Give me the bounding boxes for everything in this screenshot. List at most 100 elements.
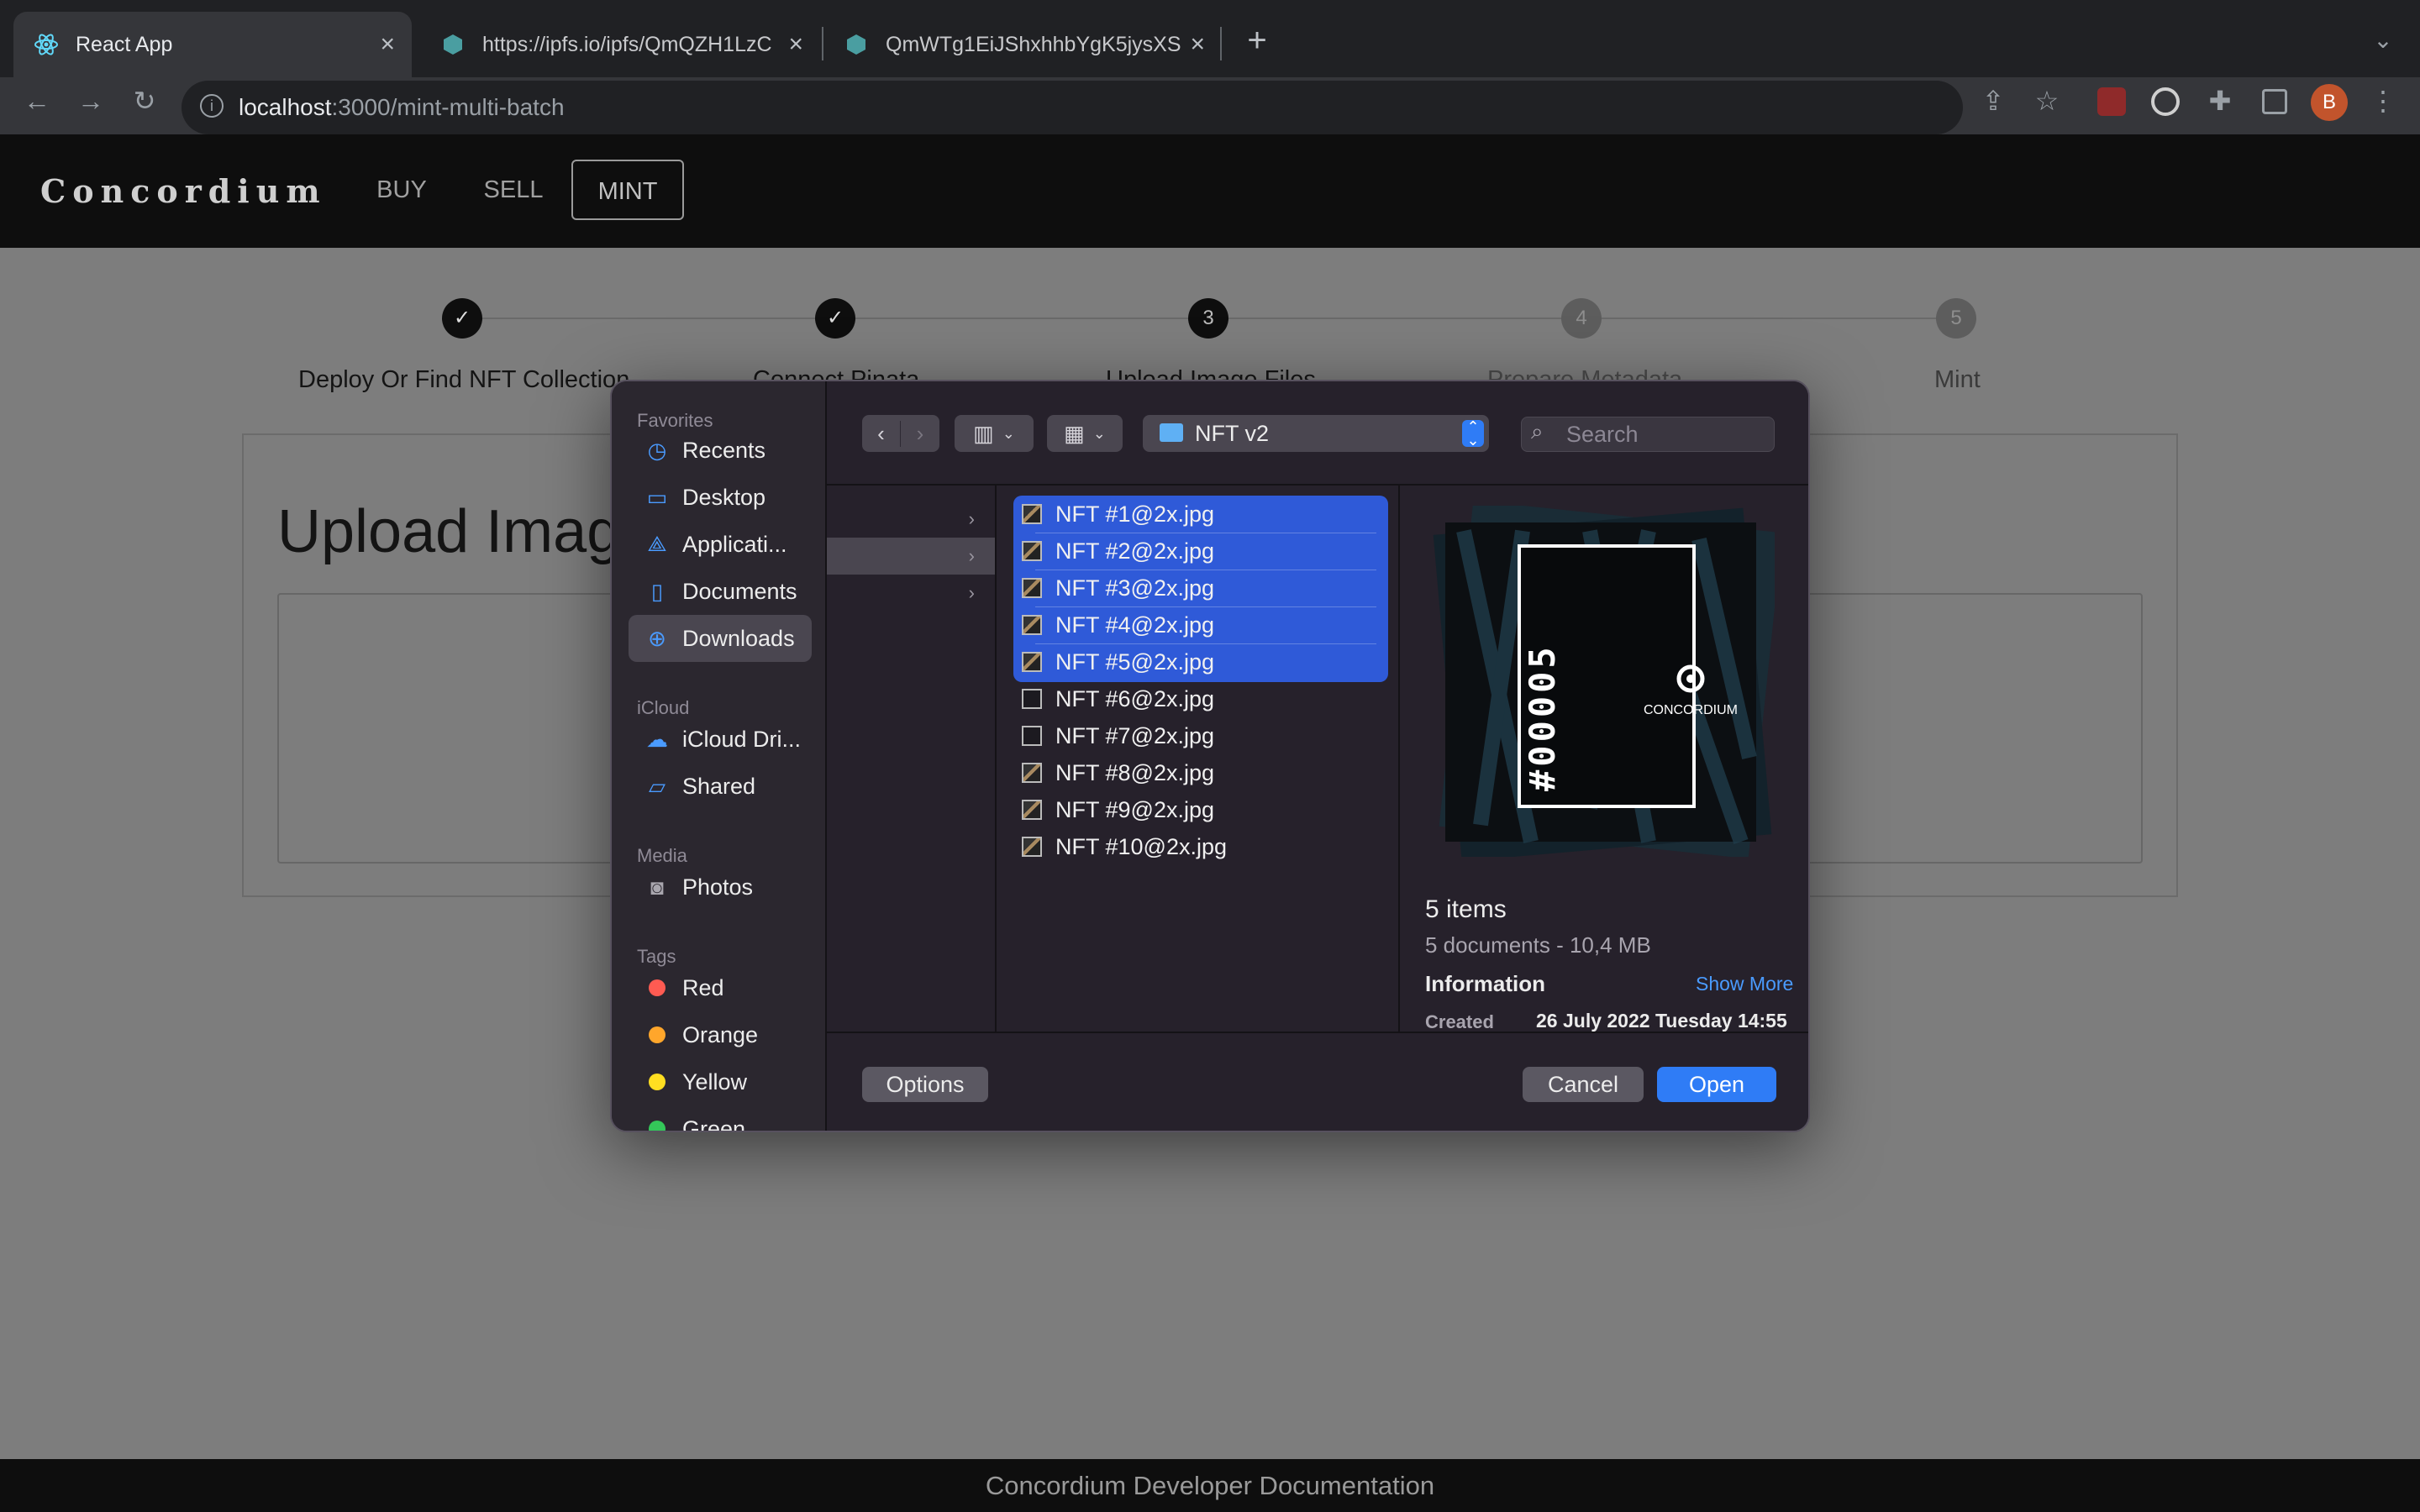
step-4-number: 4 <box>1561 298 1602 339</box>
url-text: localhost:3000/mint-multi-batch <box>239 94 565 120</box>
search-placeholder: Search <box>1566 422 1639 447</box>
browser-tab-ipfs[interactable]: https://ipfs.io/ipfs/QmQZH1LzC × <box>420 12 820 77</box>
open-button[interactable]: Open <box>1657 1067 1776 1102</box>
tag-dot-icon <box>649 1121 666 1131</box>
file-row[interactable]: NFT #2@2x.jpg <box>1022 533 1383 570</box>
download-icon: ⊕ <box>648 625 666 651</box>
sidebar-item-label: iCloud Dri... <box>682 726 802 752</box>
image-thumbnail-icon <box>1022 763 1042 783</box>
profile-avatar[interactable]: B <box>2311 84 2348 121</box>
sidebar-item-applications[interactable]: ⟁ Applicati... <box>629 521 812 568</box>
sidebar-item-documents[interactable]: ▯ Documents <box>629 568 812 615</box>
sidebar-item-shared[interactable]: ▱ Shared <box>629 763 812 810</box>
file-row[interactable]: NFT #5@2x.jpg <box>1022 643 1383 680</box>
share-icon[interactable]: ⇪ <box>1975 84 2012 118</box>
file-open-dialog: Favorites ◷ Recents ▭ Desktop ⟁ Applicat… <box>610 380 1810 1132</box>
desktop-icon: ▭ <box>646 484 668 510</box>
file-row[interactable]: NFT #9@2x.jpg <box>1022 791 1383 828</box>
sidebar-item-downloads[interactable]: ⊕ Downloads <box>629 615 812 662</box>
ipfs-cube-icon <box>440 32 466 57</box>
image-thumbnail-icon <box>1022 504 1042 524</box>
file-row[interactable]: NFT #7@2x.jpg <box>1022 717 1383 754</box>
close-tab-icon[interactable]: × <box>788 30 803 59</box>
nav-mint[interactable]: MINT <box>571 160 684 220</box>
back-arrow-icon[interactable]: ← <box>18 84 55 118</box>
sidebar-item-icloud-drive[interactable]: ☁ iCloud Dri... <box>629 716 812 763</box>
browser-tab-react-app[interactable]: React App × <box>13 12 412 77</box>
concordium-extension-icon[interactable] <box>2151 87 2180 116</box>
folder-row[interactable]: › <box>827 575 995 612</box>
nav-sell[interactable]: SELL <box>471 160 556 220</box>
forward-chevron-icon[interactable]: › <box>901 421 939 447</box>
sidebar-tag-yellow[interactable]: Yellow <box>629 1058 812 1105</box>
folder-icon <box>1160 423 1183 442</box>
file-name: NFT #4@2x.jpg <box>1055 612 1214 638</box>
file-row[interactable]: NFT #4@2x.jpg <box>1022 606 1383 643</box>
file-row[interactable]: NFT #10@2x.jpg <box>1022 828 1383 865</box>
sidebar-item-recents[interactable]: ◷ Recents <box>629 427 812 474</box>
camera-icon: ◙ <box>650 874 664 900</box>
brand-logo[interactable]: Concordium <box>40 172 327 210</box>
back-forward-control: ‹ › <box>862 415 939 452</box>
sidebar-item-label: Red <box>682 974 724 1000</box>
chevron-down-icon: ⌄ <box>1092 424 1106 442</box>
back-chevron-icon[interactable]: ‹ <box>862 420 901 447</box>
info-icon[interactable]: i <box>200 94 224 118</box>
folder-row[interactable]: › <box>827 501 995 538</box>
file-row[interactable]: NFT #6@2x.jpg <box>1022 680 1383 717</box>
stepper-connector <box>482 318 818 319</box>
close-tab-icon[interactable]: × <box>1190 30 1205 59</box>
image-thumbnail-icon <box>1022 800 1042 820</box>
menu-kebab-icon[interactable]: ⋮ <box>2365 84 2402 118</box>
close-tab-icon[interactable]: × <box>380 30 395 59</box>
sidebar-tag-orange[interactable]: Orange <box>629 1011 812 1058</box>
shared-folder-icon: ▱ <box>649 773 666 799</box>
chevron-down-icon[interactable]: ⌄ <box>2365 24 2402 57</box>
popup-updown-icon: ⌃ ⌄ <box>1462 419 1484 448</box>
group-by-button[interactable]: ▦ ⌄ <box>1047 415 1123 452</box>
preview-summary: 5 documents - 10,4 MB <box>1425 932 1651 958</box>
folder-row-selected[interactable]: › <box>827 538 995 575</box>
image-thumbnail-icon <box>1022 541 1042 561</box>
cancel-button[interactable]: Cancel <box>1523 1067 1644 1102</box>
file-name: NFT #3@2x.jpg <box>1055 575 1214 601</box>
preview-info-header: Information <box>1425 971 1545 996</box>
stepper-connector <box>1602 318 1938 319</box>
step-5-number: 5 <box>1936 298 1976 339</box>
image-thumbnail-icon <box>1022 578 1042 598</box>
react-icon <box>34 32 59 57</box>
nft-number-text: #00005 <box>1522 643 1563 791</box>
forward-arrow-icon[interactable]: → <box>72 84 109 118</box>
browser-tab-ipfs-2[interactable]: QmWTg1EiJShxhhbYgK5jysXSY × <box>823 12 1222 77</box>
nav-buy[interactable]: BUY <box>361 160 442 220</box>
options-button[interactable]: Options <box>862 1067 988 1102</box>
file-row[interactable]: NFT #8@2x.jpg <box>1022 754 1383 791</box>
image-thumbnail-icon <box>1022 652 1042 672</box>
star-icon[interactable]: ☆ <box>2028 84 2065 118</box>
new-tab-icon[interactable]: + <box>1239 24 1276 57</box>
sidebar-tag-red[interactable]: Red <box>629 964 812 1011</box>
file-row[interactable]: NFT #1@2x.jpg <box>1022 496 1383 533</box>
reload-icon[interactable]: ↻ <box>126 84 163 118</box>
columns-view-icon: ▥ <box>973 420 994 446</box>
sidebar-tag-green[interactable]: Green <box>629 1105 812 1132</box>
preview-count: 5 items <box>1425 895 1507 923</box>
footer-docs-link[interactable]: Concordium Developer Documentation <box>0 1459 2420 1512</box>
puzzle-extensions-icon[interactable]: ✚ <box>2202 84 2238 118</box>
view-columns-button[interactable]: ▥ ⌄ <box>955 415 1034 452</box>
tag-dot-icon <box>649 1026 666 1043</box>
file-name: NFT #6@2x.jpg <box>1055 685 1214 711</box>
stepper-connector <box>1228 318 1565 319</box>
file-row[interactable]: NFT #3@2x.jpg <box>1022 570 1383 606</box>
side-panel-icon[interactable] <box>2262 89 2287 114</box>
extension-red-icon[interactable] <box>2097 87 2126 116</box>
created-label: Created <box>1425 1011 1494 1032</box>
file-name: NFT #2@2x.jpg <box>1055 538 1214 564</box>
show-more-link[interactable]: Show More <box>1696 973 1793 995</box>
sidebar-item-desktop[interactable]: ▭ Desktop <box>629 474 812 521</box>
search-input[interactable] <box>1521 417 1775 452</box>
nft-stack-preview-image: #00005 CONCORDIUM <box>1433 506 1775 857</box>
sidebar-item-label: Green <box>682 1116 746 1132</box>
sidebar-item-photos[interactable]: ◙ Photos <box>629 864 812 911</box>
file-name: NFT #7@2x.jpg <box>1055 722 1214 748</box>
